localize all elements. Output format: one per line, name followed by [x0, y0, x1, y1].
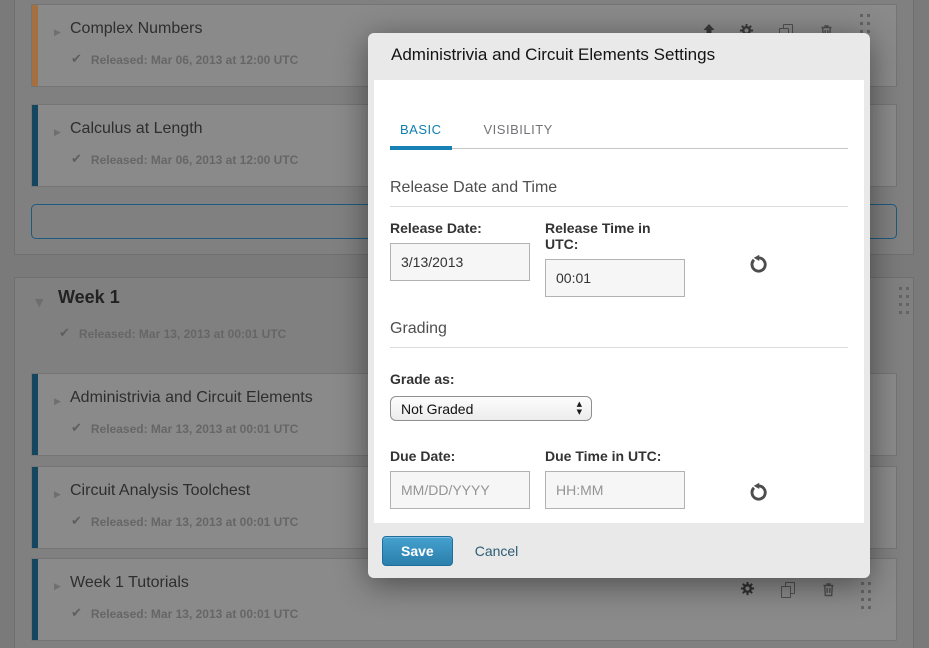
due-date-label: Due Date: — [390, 448, 530, 464]
check-icon: ✔ — [59, 326, 70, 341]
release-status-text: Released: Mar 13, 2013 at 00:01 UTC — [91, 515, 298, 529]
subsection-title: Administrivia and Circuit Elements — [70, 389, 313, 407]
duplicate-icon[interactable] — [781, 582, 797, 598]
due-fields-row: Due Date: Due Time in UTC: — [390, 448, 848, 509]
modal-content: BASIC VISIBILITY Release Date and Time R… — [374, 80, 864, 523]
release-time-field: Release Time in UTC: — [545, 220, 685, 297]
status-strip-published — [32, 559, 38, 640]
tab-bar: BASIC VISIBILITY — [390, 80, 848, 149]
release-status: ✔ Released: Mar 13, 2013 at 00:01 UTC — [59, 326, 286, 341]
reset-due-icon[interactable] — [748, 480, 768, 504]
due-date-input[interactable] — [390, 471, 530, 509]
settings-modal: Administrivia and Circuit Elements Setti… — [368, 33, 870, 578]
subsection-title: Complex Numbers — [70, 20, 202, 38]
due-date-field: Due Date: — [390, 448, 530, 509]
expand-icon[interactable]: ▶ — [54, 128, 61, 138]
save-button[interactable]: Save — [382, 536, 453, 566]
grade-as-select[interactable]: Not Graded ▲▼ — [390, 396, 592, 421]
release-status: ✔ Released: Mar 06, 2013 at 12:00 UTC — [71, 152, 298, 167]
status-strip-draft — [32, 5, 38, 86]
release-status-text: Released: Mar 13, 2013 at 00:01 UTC — [91, 607, 298, 621]
release-fields-row: Release Date: Release Time in UTC: — [390, 220, 848, 297]
reset-release-icon[interactable] — [748, 252, 768, 276]
expand-icon[interactable]: ▶ — [54, 397, 61, 407]
grading-section-heading: Grading — [390, 320, 848, 348]
due-time-label: Due Time in UTC: — [545, 448, 685, 464]
check-icon: ✔ — [71, 514, 82, 529]
release-time-input[interactable] — [545, 259, 685, 297]
course-outline-page: ▶ Complex Numbers ✔ Released: Mar 06, 20… — [0, 0, 929, 648]
status-strip-published — [32, 467, 38, 548]
release-status: ✔ Released: Mar 06, 2013 at 12:00 UTC — [71, 52, 298, 67]
release-section-heading: Release Date and Time — [390, 179, 848, 207]
release-status-text: Released: Mar 13, 2013 at 00:01 UTC — [91, 422, 298, 436]
modal-footer: Save Cancel — [368, 523, 870, 578]
collapse-icon[interactable]: ▼ — [35, 296, 43, 309]
release-status-text: Released: Mar 06, 2013 at 12:00 UTC — [91, 53, 298, 67]
release-date-field: Release Date: — [390, 220, 530, 297]
release-status-text: Released: Mar 13, 2013 at 00:01 UTC — [79, 327, 286, 341]
release-status: ✔ Released: Mar 13, 2013 at 00:01 UTC — [71, 514, 298, 529]
settings-gear-icon[interactable] — [740, 581, 755, 599]
due-time-field: Due Time in UTC: — [545, 448, 685, 509]
due-time-input[interactable] — [545, 471, 685, 509]
expand-icon[interactable]: ▶ — [54, 582, 61, 592]
section-title: Week 1 — [58, 287, 120, 308]
tab-visibility[interactable]: VISIBILITY — [474, 122, 563, 150]
release-status: ✔ Released: Mar 13, 2013 at 00:01 UTC — [71, 606, 298, 621]
subsection-title: Week 1 Tutorials — [70, 574, 189, 592]
subsection-title: Calculus at Length — [70, 120, 203, 138]
drag-handle[interactable] — [861, 582, 871, 609]
release-time-label: Release Time in UTC: — [545, 220, 685, 252]
check-icon: ✔ — [71, 52, 82, 67]
delete-icon[interactable] — [821, 581, 836, 600]
check-icon: ✔ — [71, 152, 82, 167]
expand-icon[interactable]: ▶ — [54, 490, 61, 500]
modal-title: Administrivia and Circuit Elements Setti… — [391, 45, 715, 65]
status-strip-published — [32, 374, 38, 455]
release-date-input[interactable] — [390, 243, 530, 281]
release-status-text: Released: Mar 06, 2013 at 12:00 UTC — [91, 153, 298, 167]
expand-icon[interactable]: ▶ — [54, 28, 61, 38]
status-strip-published — [32, 105, 38, 186]
drag-handle[interactable] — [899, 287, 909, 314]
grade-as-value: Not Graded — [401, 401, 473, 417]
cancel-button[interactable]: Cancel — [475, 543, 519, 559]
tab-basic[interactable]: BASIC — [390, 122, 452, 150]
check-icon: ✔ — [71, 421, 82, 436]
check-icon: ✔ — [71, 606, 82, 621]
subsection-title: Circuit Analysis Toolchest — [70, 482, 250, 500]
grade-as-label: Grade as: — [390, 371, 848, 387]
release-date-label: Release Date: — [390, 220, 530, 236]
select-arrows-icon: ▲▼ — [577, 400, 582, 416]
release-status: ✔ Released: Mar 13, 2013 at 00:01 UTC — [71, 421, 298, 436]
